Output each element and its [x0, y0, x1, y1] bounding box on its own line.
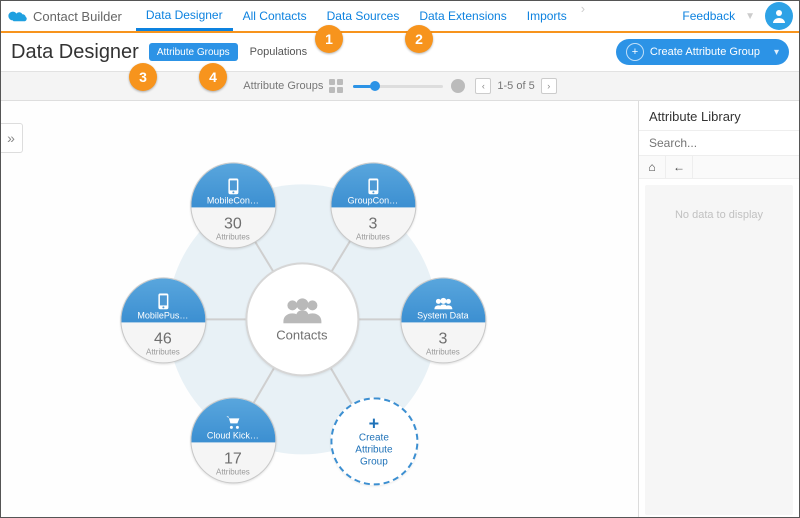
- nav-all-contacts[interactable]: All Contacts: [233, 1, 317, 31]
- library-empty-state: No data to display: [645, 185, 793, 515]
- node-system-data[interactable]: System Data 3Attributes: [400, 277, 484, 361]
- grid-view-icon[interactable]: [329, 79, 343, 93]
- pager: ‹ 1-5 of 5 ›: [475, 78, 556, 94]
- primary-nav: Data Designer All Contacts Data Sources …: [136, 1, 589, 31]
- node-mobile-connect[interactable]: MobileCon… 30Attributes: [190, 162, 274, 246]
- app-name: Contact Builder: [33, 9, 122, 24]
- canvas-toolbar: Attribute Groups ‹ 1-5 of 5 ›: [1, 72, 799, 101]
- search-input[interactable]: [647, 135, 800, 151]
- zoom-max-icon[interactable]: [451, 79, 465, 93]
- pager-next-button[interactable]: ›: [541, 78, 557, 94]
- node-group-connect[interactable]: GroupCon… 3Attributes: [330, 162, 414, 246]
- pager-prev-button[interactable]: ‹: [475, 78, 491, 94]
- home-icon[interactable]: ⌂: [639, 156, 666, 178]
- subtab-attribute-groups[interactable]: Attribute Groups: [149, 43, 238, 61]
- user-avatar[interactable]: [765, 2, 793, 30]
- feedback-caret-icon[interactable]: ▼: [745, 11, 755, 22]
- people-icon: [281, 297, 323, 323]
- back-icon[interactable]: ←: [666, 156, 693, 178]
- callout-4: 4: [199, 63, 227, 91]
- plus-icon: +: [369, 414, 380, 432]
- library-search: 🔍: [639, 131, 799, 156]
- create-attribute-group-button[interactable]: + Create Attribute Group ▾: [616, 39, 789, 65]
- page-header: Data Designer Attribute Groups Populatio…: [1, 33, 799, 72]
- subtab-populations[interactable]: Populations: [250, 46, 308, 58]
- nav-overflow-icon[interactable]: ›: [577, 1, 589, 31]
- create-button-label: Create Attribute Group: [650, 46, 760, 58]
- nav-imports[interactable]: Imports: [517, 1, 577, 31]
- feedback-link[interactable]: Feedback: [682, 9, 735, 23]
- zoom-slider[interactable]: [353, 85, 443, 88]
- callout-1: 1: [315, 25, 343, 53]
- library-breadcrumb: ⌂ ←: [639, 156, 799, 179]
- pager-info: 1-5 of 5: [495, 80, 536, 92]
- canvas[interactable]: » Contacts: [1, 101, 638, 518]
- top-navbar: Contact Builder Data Designer All Contac…: [1, 1, 799, 33]
- callout-2: 2: [405, 25, 433, 53]
- attribute-library-panel: Attribute Library 🔍 ⌂ ← No data to displ…: [638, 101, 799, 518]
- attribute-graph: Contacts MobileCon… 30Attributes GroupCo…: [82, 109, 522, 518]
- contacts-center-node[interactable]: Contacts: [245, 262, 359, 376]
- library-title: Attribute Library: [639, 101, 799, 131]
- toolbar-label: Attribute Groups: [243, 80, 323, 92]
- node-mobile-push[interactable]: MobilePus… 46Attributes: [120, 277, 204, 361]
- create-button-caret-icon: ▾: [774, 47, 779, 58]
- callout-3: 3: [129, 63, 157, 91]
- expand-left-panel-button[interactable]: »: [1, 123, 23, 153]
- center-label: Contacts: [276, 327, 327, 342]
- nav-data-designer[interactable]: Data Designer: [136, 1, 233, 31]
- node-create-attribute-group[interactable]: + Create Attribute Group: [330, 397, 414, 481]
- salesforce-cloud-icon: [7, 9, 29, 23]
- plus-icon: +: [626, 43, 644, 61]
- page-title: Data Designer: [11, 41, 139, 64]
- node-cloud-kicks[interactable]: Cloud Kick… 17Attributes: [190, 397, 274, 481]
